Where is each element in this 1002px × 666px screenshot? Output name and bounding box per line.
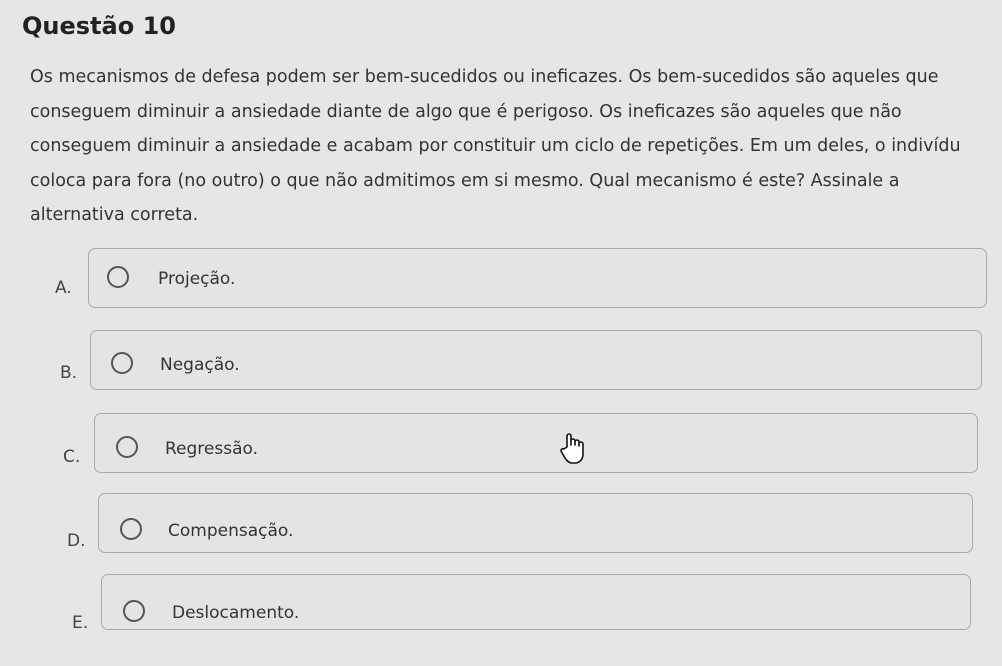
option-letter: E. [72, 613, 89, 633]
option-label: Projeção. [158, 269, 236, 289]
option-label: Regressão. [165, 439, 259, 459]
radio-button[interactable] [123, 600, 145, 622]
radio-button[interactable] [107, 266, 129, 288]
radio-button[interactable] [111, 352, 133, 374]
option-label: Compensação. [168, 521, 294, 541]
option-label: Negação. [160, 355, 240, 375]
option-letter: B. [60, 363, 78, 383]
question-text: Os mecanismos de defesa podem ser bem-su… [30, 67, 961, 225]
option-letter: D. [67, 531, 86, 551]
option-letter: A. [55, 278, 72, 298]
option-letter: C. [63, 447, 81, 467]
option-label: Deslocamento. [172, 603, 300, 623]
question-title: Questão 10 [22, 12, 176, 40]
hand-pointer-icon [560, 433, 584, 464]
radio-button[interactable] [116, 436, 138, 458]
radio-button[interactable] [120, 518, 142, 540]
